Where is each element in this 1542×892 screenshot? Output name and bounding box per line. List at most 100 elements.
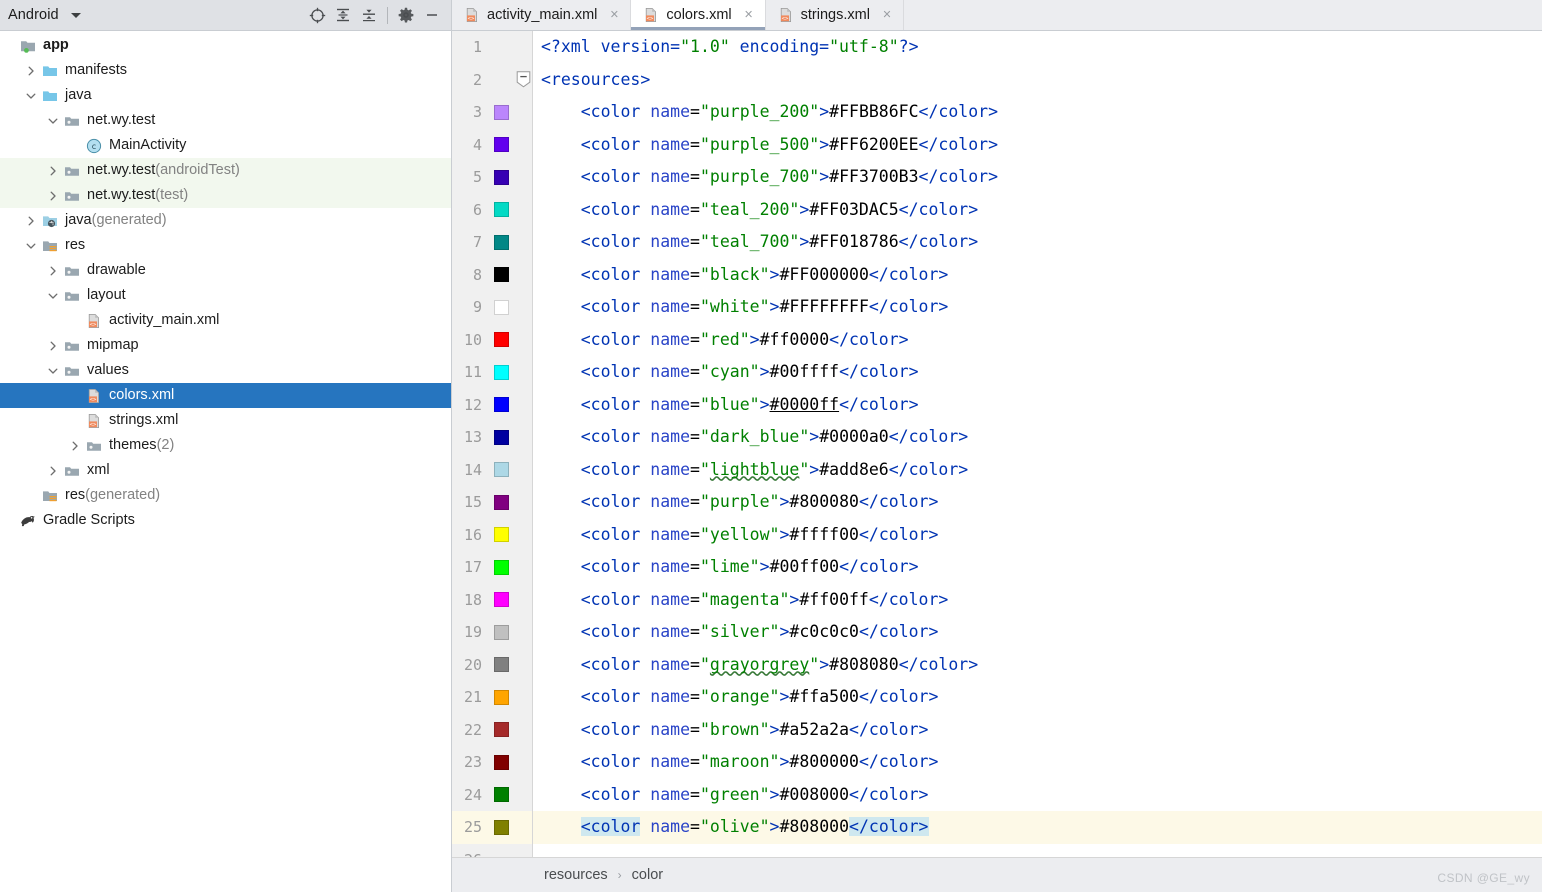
code-line[interactable]: <color name="purple_500">#FF6200EE</colo… — [533, 129, 1542, 162]
editor-tab-activity_main-xml[interactable]: <> activity_main.xml × — [452, 0, 632, 30]
tree-item-drawable[interactable]: drawable — [0, 258, 451, 283]
locate-target-icon[interactable] — [304, 2, 330, 28]
gutter-row[interactable]: 4 — [452, 129, 532, 162]
settings-gear-icon[interactable] — [393, 2, 419, 28]
gutter-row[interactable]: 8 — [452, 259, 532, 292]
color-preview-swatch[interactable] — [494, 624, 509, 640]
code-line[interactable]: <color name="purple_200">#FFBB86FC</colo… — [533, 96, 1542, 129]
project-file-tree[interactable]: app manifests java net.wy.test c MainActivity… — [0, 31, 451, 892]
collapse-all-icon[interactable] — [356, 2, 382, 28]
color-preview-swatch[interactable] — [494, 754, 509, 770]
color-preview-swatch[interactable] — [494, 169, 509, 185]
gutter-row[interactable]: 15 — [452, 486, 532, 519]
code-line[interactable]: <color name="red">#ff0000</color> — [533, 324, 1542, 357]
tree-item-gradle-scripts[interactable]: Gradle Scripts — [0, 508, 451, 533]
gutter-row[interactable]: 18 — [452, 584, 532, 617]
gutter-row[interactable]: 16 — [452, 519, 532, 552]
color-preview-swatch[interactable] — [494, 527, 509, 543]
chevron-down-icon[interactable] — [70, 12, 81, 18]
code-line[interactable]: <color name="purple_700">#FF3700B3</colo… — [533, 161, 1542, 194]
gutter-row[interactable]: 10 — [452, 324, 532, 357]
gutter-row[interactable]: 7 — [452, 226, 532, 259]
tree-item-res[interactable]: res (generated) — [0, 483, 451, 508]
code-line[interactable]: <color name="black">#FF000000</color> — [533, 259, 1542, 292]
code-line[interactable]: <color name="silver">#c0c0c0</color> — [533, 616, 1542, 649]
editor-tab-bar[interactable]: <> activity_main.xml × <> colors.xml × <> strin… — [452, 0, 1542, 31]
chevron-down-icon[interactable] — [44, 283, 62, 308]
close-icon[interactable]: × — [742, 7, 756, 23]
code-line[interactable]: <color name="green">#008000</color> — [533, 779, 1542, 812]
tree-item-values[interactable]: values — [0, 358, 451, 383]
chevron-down-icon[interactable] — [22, 83, 40, 108]
code-line[interactable]: <color name="olive">#808000</color> — [533, 811, 1542, 844]
code-line[interactable] — [533, 844, 1542, 858]
color-preview-swatch[interactable] — [494, 819, 509, 835]
breadcrumb-item-color[interactable]: color — [632, 867, 663, 883]
tree-item-activity-main-xml[interactable]: <> activity_main.xml — [0, 308, 451, 333]
gutter-row[interactable]: 14 — [452, 454, 532, 487]
color-preview-swatch[interactable] — [494, 494, 509, 510]
gutter-row[interactable]: 5 — [452, 161, 532, 194]
code-line[interactable]: <color name="lime">#00ff00</color> — [533, 551, 1542, 584]
color-preview-swatch[interactable] — [494, 234, 509, 250]
chevron-right-icon[interactable] — [22, 208, 40, 233]
chevron-right-icon[interactable] — [66, 433, 84, 458]
code-line[interactable]: <color name="magenta">#ff00ff</color> — [533, 584, 1542, 617]
code-line[interactable]: <?xml version="1.0" encoding="utf-8"?> — [533, 31, 1542, 64]
expand-all-icon[interactable] — [330, 2, 356, 28]
color-preview-swatch[interactable] — [494, 787, 509, 803]
color-preview-swatch[interactable] — [494, 689, 509, 705]
code-line[interactable]: <color name="brown">#a52a2a</color> — [533, 714, 1542, 747]
tree-item-xml[interactable]: xml — [0, 458, 451, 483]
tree-item-colors-xml[interactable]: <> colors.xml — [0, 383, 451, 408]
gutter-row[interactable]: 13 — [452, 421, 532, 454]
tree-item-net-wy-test[interactable]: net.wy.test (androidTest) — [0, 158, 451, 183]
color-preview-swatch[interactable] — [494, 299, 509, 315]
color-preview-swatch[interactable] — [494, 462, 509, 478]
gutter-row[interactable]: 24 — [452, 779, 532, 812]
code-line[interactable]: <resources> — [533, 64, 1542, 97]
hide-panel-icon[interactable] — [419, 2, 445, 28]
code-line[interactable]: <color name="blue">#0000ff</color> — [533, 389, 1542, 422]
chevron-right-icon[interactable] — [44, 258, 62, 283]
code-line[interactable]: <color name="grayorgrey">#808080</color> — [533, 649, 1542, 682]
code-line[interactable]: <color name="maroon">#800000</color> — [533, 746, 1542, 779]
code-line[interactable]: <color name="purple">#800080</color> — [533, 486, 1542, 519]
tree-item-app[interactable]: app — [0, 33, 451, 58]
gutter-row[interactable]: 26 — [452, 844, 532, 857]
gutter-row[interactable]: 19 — [452, 616, 532, 649]
editor-tab-strings-xml[interactable]: <> strings.xml × — [765, 0, 904, 30]
gutter-row[interactable]: 6 — [452, 194, 532, 227]
code-line[interactable]: <color name="teal_700">#FF018786</color> — [533, 226, 1542, 259]
close-icon[interactable]: × — [607, 7, 621, 23]
gutter-row[interactable]: 2 — [452, 64, 532, 97]
gutter-row[interactable]: 25 — [452, 811, 532, 844]
gutter-row[interactable]: 23 — [452, 746, 532, 779]
tree-item-manifests[interactable]: manifests — [0, 58, 451, 83]
code-fold-minus-icon[interactable] — [516, 70, 531, 88]
color-preview-swatch[interactable] — [494, 722, 509, 738]
gutter-row[interactable]: 22 — [452, 714, 532, 747]
color-preview-swatch[interactable] — [494, 559, 509, 575]
code-line[interactable]: <color name="lightblue">#add8e6</color> — [533, 454, 1542, 487]
close-icon[interactable]: × — [880, 7, 894, 23]
color-preview-swatch[interactable] — [494, 104, 509, 120]
gutter-row[interactable]: 21 — [452, 681, 532, 714]
gutter-row[interactable]: 9 — [452, 291, 532, 324]
code-line[interactable]: <color name="teal_200">#FF03DAC5</color> — [533, 194, 1542, 227]
editor-tab-colors-xml[interactable]: <> colors.xml × — [631, 0, 766, 30]
code-line[interactable]: <color name="dark_blue">#0000a0</color> — [533, 421, 1542, 454]
gutter-row[interactable]: 20 — [452, 649, 532, 682]
tree-item-themes[interactable]: themes (2) — [0, 433, 451, 458]
code-line[interactable]: <color name="white">#FFFFFFFF</color> — [533, 291, 1542, 324]
tree-item-mainactivity[interactable]: c MainActivity — [0, 133, 451, 158]
project-view-selector-label[interactable]: Android — [8, 7, 59, 23]
tree-item-net-wy-test[interactable]: net.wy.test (test) — [0, 183, 451, 208]
color-preview-swatch[interactable] — [494, 267, 509, 283]
gutter-row[interactable]: 3 — [452, 96, 532, 129]
gutter-row[interactable]: 17 — [452, 551, 532, 584]
color-preview-swatch[interactable] — [494, 364, 509, 380]
chevron-right-icon[interactable] — [44, 183, 62, 208]
code-line[interactable]: <color name="cyan">#00ffff</color> — [533, 356, 1542, 389]
color-preview-swatch[interactable] — [494, 429, 509, 445]
